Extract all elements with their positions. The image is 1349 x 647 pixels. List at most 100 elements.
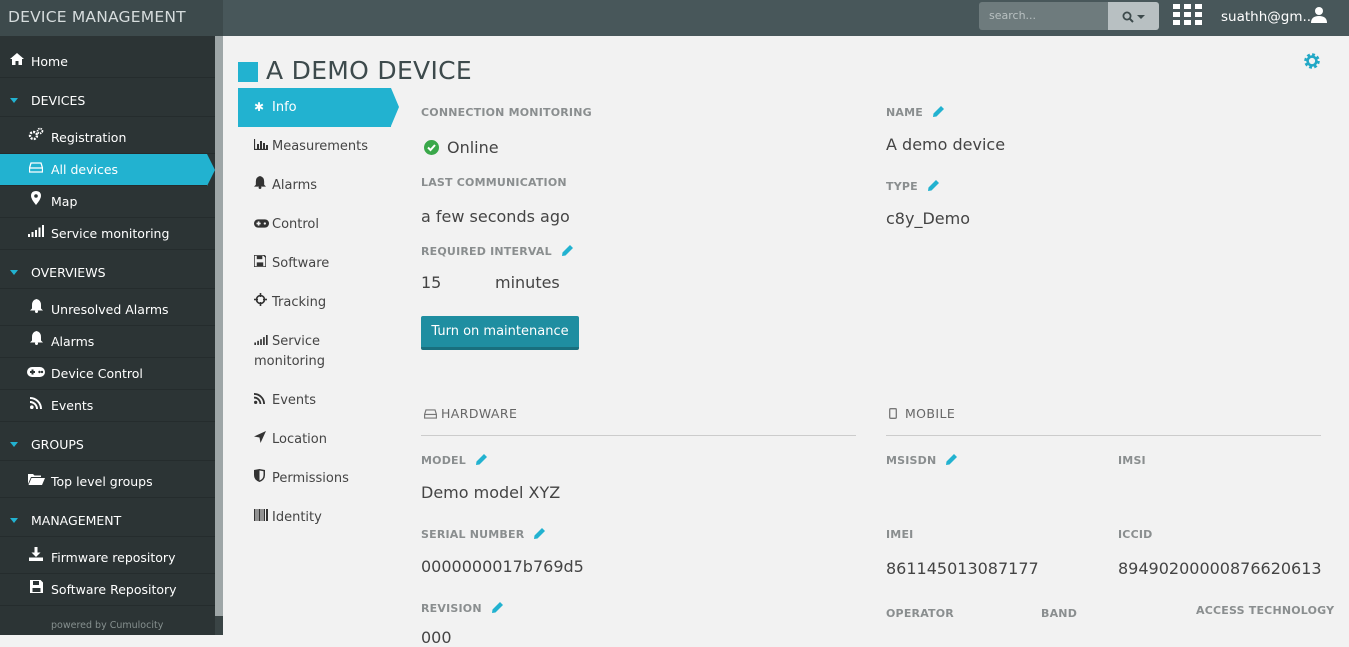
mobile-divider [886, 435, 1321, 436]
caret-down-icon [10, 518, 18, 523]
sidebar-item-alarms[interactable]: Alarms [0, 326, 215, 358]
asterisk-icon: ✱ [254, 100, 265, 114]
tab-alarms[interactable]: Alarms [238, 175, 398, 196]
sidebar-item-service-monitoring[interactable]: Service monitoring [0, 218, 215, 250]
sidebar-scrollbar-thumb[interactable] [215, 36, 223, 616]
pencil-icon[interactable] [933, 106, 945, 117]
download-icon [26, 542, 46, 574]
pencil-icon[interactable] [927, 180, 939, 191]
bar-chart-icon [253, 136, 272, 156]
sidebar-item-unresolved-alarms[interactable]: Unresolved Alarms [0, 294, 215, 326]
tab-software[interactable]: Software [238, 253, 398, 274]
access-technology-label: ACCESS TECHNOLOGY [1196, 604, 1335, 617]
home-icon [7, 46, 27, 78]
gamepad-icon [254, 214, 272, 234]
barcode-icon [254, 507, 272, 527]
crosshairs-icon [254, 292, 272, 312]
turn-on-maintenance-button[interactable]: Turn on maintenance [421, 316, 579, 350]
bell-icon [26, 294, 46, 326]
tab-permissions[interactable]: Permissions [238, 468, 398, 489]
last-communication-value: a few seconds ago [421, 207, 570, 226]
page-title: A DEMO DEVICE [266, 56, 472, 85]
revision-label: REVISION [421, 602, 503, 615]
name-value: A demo device [886, 135, 1006, 154]
location-arrow-icon [254, 429, 272, 449]
search-button[interactable] [1108, 2, 1159, 30]
mobile-icon [889, 408, 897, 419]
map-marker-icon [26, 186, 46, 218]
sidebar-item-events[interactable]: Events [0, 390, 215, 422]
sidebar-item-top-level-groups[interactable]: Top level groups [0, 466, 215, 498]
type-value: c8y_Demo [886, 209, 970, 228]
iccid-label: ICCID [1118, 528, 1153, 541]
pencil-icon[interactable] [491, 602, 503, 613]
imei-value: 861145013087177 [886, 559, 1039, 578]
hdd-icon [26, 154, 46, 186]
tab-info[interactable]: ✱ Info [238, 88, 399, 127]
search-icon [1122, 11, 1134, 23]
required-interval-unit: minutes [495, 273, 560, 292]
tab-tracking[interactable]: Tracking [238, 292, 398, 313]
shield-icon [254, 468, 272, 488]
imei-label: IMEI [886, 528, 914, 541]
rss-icon [26, 390, 46, 422]
tab-location[interactable]: Location [238, 429, 398, 450]
signal-icon [26, 218, 46, 250]
device-icon [238, 62, 258, 82]
app-switcher-icon[interactable] [1172, 4, 1202, 29]
sidebar-item-label: Home [31, 54, 68, 69]
hardware-header: HARDWARE [424, 406, 517, 421]
rss-icon [253, 390, 272, 410]
model-label: MODEL [421, 454, 487, 467]
tab-control[interactable]: Control [238, 214, 398, 235]
sidebar-section-devices[interactable]: DEVICES [0, 85, 215, 117]
tab-service-monitoring[interactable]: Service monitoring [238, 331, 388, 372]
last-communication-label: LAST COMMUNICATION [421, 176, 567, 189]
msisdn-label: MSISDN [886, 454, 958, 467]
sidebar-item-registration[interactable]: Registration [0, 122, 215, 154]
sidebar-section-management[interactable]: MANAGEMENT [0, 505, 215, 537]
cogs-icon [26, 122, 46, 154]
operator-label: OPERATOR [886, 607, 954, 620]
sidebar-section-overviews[interactable]: OVERVIEWS [0, 257, 215, 289]
save-icon [26, 574, 46, 606]
pencil-icon[interactable] [475, 454, 487, 465]
caret-down-icon [10, 270, 18, 275]
user-menu[interactable]: suathh@gm... [1221, 0, 1315, 34]
hdd-icon [424, 409, 437, 419]
imsi-label: IMSI [1118, 454, 1146, 467]
tab-events[interactable]: Events [238, 390, 398, 411]
user-icon[interactable] [1311, 6, 1327, 24]
tab-measurements[interactable]: Measurements [238, 136, 398, 157]
gear-icon[interactable] [1303, 52, 1321, 70]
caret-down-icon [10, 98, 18, 103]
sidebar-item-software-repository[interactable]: Software Repository [0, 574, 215, 606]
serial-number-value: 0000000017b769d5 [421, 557, 584, 576]
name-label: NAME [886, 106, 945, 119]
powered-by: powered by Cumulocity [51, 620, 164, 631]
type-label: TYPE [886, 180, 939, 193]
sidebar-section-groups[interactable]: GROUPS [0, 429, 215, 461]
search-input[interactable]: search... [979, 2, 1108, 30]
sidebar-item-all-devices[interactable]: All devices [0, 154, 215, 186]
tab-identity[interactable]: Identity [238, 507, 398, 528]
serial-number-label: SERIAL NUMBER [421, 528, 546, 541]
connection-monitoring-label: CONNECTION MONITORING [421, 106, 592, 119]
pencil-icon[interactable] [946, 454, 958, 465]
caret-down-icon [1137, 14, 1146, 19]
sidebar-item-home[interactable]: Home [0, 46, 215, 78]
hardware-divider [421, 435, 856, 436]
sidebar-item-firmware-repository[interactable]: Firmware repository [0, 542, 215, 574]
check-circle-icon [424, 140, 439, 155]
folder-open-icon [26, 466, 46, 498]
pencil-icon[interactable] [561, 245, 573, 256]
sidebar-item-map[interactable]: Map [0, 186, 215, 218]
mobile-header: MOBILE [889, 406, 955, 421]
required-interval-value[interactable]: 15 [421, 273, 441, 292]
app-title[interactable]: DEVICE MANAGEMENT [0, 0, 223, 36]
required-interval-label: REQUIRED INTERVAL [421, 245, 573, 258]
pencil-icon[interactable] [534, 528, 546, 539]
sidebar-item-device-control[interactable]: Device Control [0, 358, 215, 390]
revision-value: 000 [421, 628, 452, 647]
iccid-value: 89490200000876620613 [1118, 559, 1322, 578]
